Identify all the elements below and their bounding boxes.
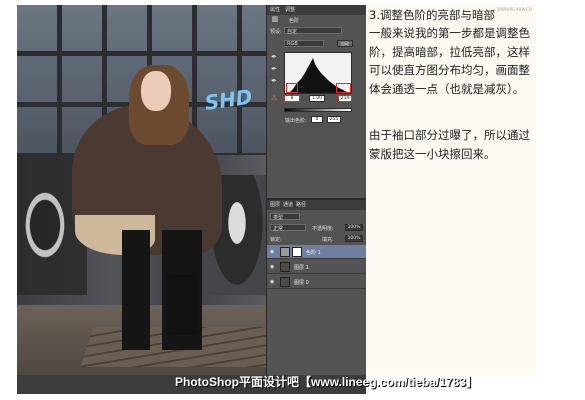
opacity-label: 不透明度: bbox=[312, 226, 334, 232]
lock-label: 锁定: bbox=[270, 237, 282, 243]
layer-row-levels[interactable]: ◉ 色阶 1 bbox=[267, 245, 367, 259]
output-gradient-bar bbox=[284, 108, 352, 112]
input-mid-field[interactable]: 1.00 bbox=[309, 95, 325, 102]
tab-layers[interactable]: 图层 bbox=[270, 201, 280, 208]
photo-canvas: SHD bbox=[17, 5, 266, 375]
visibility-eye-icon[interactable]: ◉ bbox=[270, 264, 276, 270]
layer-kind-filter[interactable]: 类型 bbox=[270, 213, 300, 221]
photoshop-panels: 属性 调整 色阶 ▥ 预设: 自定 RGB 自动 ✒ ✒ ✒ ⚠ 8 1.00 … bbox=[266, 5, 367, 375]
white-point-highlight bbox=[336, 83, 351, 93]
tab-adjustments[interactable]: 调整 bbox=[285, 6, 295, 13]
preset-label: 预设: bbox=[270, 29, 282, 35]
layer-row-0[interactable]: ◉ 图层 0 bbox=[267, 275, 367, 289]
layer-name: 色阶 1 bbox=[306, 250, 321, 256]
output-white-field[interactable]: 255 bbox=[327, 116, 341, 123]
levels-panel-title: 色阶 bbox=[289, 18, 300, 24]
layer-mask-thumb[interactable] bbox=[292, 247, 302, 257]
output-levels-label: 输出色阶: bbox=[285, 118, 307, 124]
layers-panel: 图层 通道 路径 类型 正常 不透明度: 100% 锁定: 填充: 100% ◉… bbox=[267, 198, 367, 375]
clip-warning-icon: ⚠ bbox=[270, 94, 278, 102]
eyedropper-gray-icon[interactable]: ✒ bbox=[270, 65, 278, 73]
layer-name: 图层 1 bbox=[294, 265, 309, 271]
visibility-eye-icon[interactable]: ◉ bbox=[270, 249, 276, 255]
layer-thumb bbox=[280, 277, 290, 287]
tab-channels[interactable]: 通道 bbox=[283, 201, 293, 208]
output-black-field[interactable]: 0 bbox=[311, 116, 323, 123]
tab-paths[interactable]: 路径 bbox=[296, 201, 306, 208]
properties-tab-bar: 属性 调整 bbox=[267, 5, 367, 15]
visibility-eye-icon[interactable]: ◉ bbox=[270, 279, 276, 285]
paragraph-levels: 一般来说我的第一步都是调整色阶，提高暗部，拉低亮部，这样可以使直方图分布均匀，画… bbox=[369, 26, 530, 96]
adjustment-thumb-icon bbox=[280, 247, 290, 257]
eyedropper-black-icon[interactable]: ✒ bbox=[270, 53, 278, 61]
blend-mode-select[interactable]: 正常 bbox=[270, 224, 306, 232]
eyedropper-white-icon[interactable]: ✒ bbox=[270, 77, 278, 85]
layer-thumb bbox=[280, 262, 290, 272]
preset-select[interactable]: 自定 bbox=[284, 27, 342, 35]
tab-properties[interactable]: 属性 bbox=[270, 6, 280, 13]
watermark-text: PhotoShop平面设计吧【www.lineeg.com/tieba/1783… bbox=[175, 375, 478, 389]
input-white-field[interactable]: 214 bbox=[338, 95, 352, 102]
levels-histogram bbox=[284, 52, 352, 94]
step-title: 3.调整色阶的亮部与暗部 bbox=[369, 8, 495, 22]
auto-button[interactable]: 自动 bbox=[337, 40, 353, 47]
black-point-highlight bbox=[286, 83, 298, 93]
article-text-column: WWW.PS-XXW.CN 3.调整色阶的亮部与暗部 一般来说我的第一步都是调整… bbox=[366, 5, 536, 375]
opacity-field[interactable]: 100% bbox=[345, 224, 363, 231]
layer-row-1[interactable]: ◉ 图层 1 bbox=[267, 260, 367, 274]
paragraph-mask: 由于袖口部分过曝了，所以通过蒙版把这一小块擦回来。 bbox=[369, 128, 530, 161]
layers-tab-bar: 图层 通道 路径 bbox=[267, 200, 367, 210]
fill-field[interactable]: 100% bbox=[345, 235, 363, 242]
model-face bbox=[141, 71, 171, 111]
input-black-field[interactable]: 8 bbox=[284, 95, 300, 102]
fill-label: 填充: bbox=[322, 237, 334, 243]
layer-name: 图层 0 bbox=[294, 280, 309, 286]
channel-select[interactable]: RGB bbox=[284, 40, 324, 47]
model-boot bbox=[167, 275, 197, 335]
levels-icon: ▥ bbox=[271, 15, 279, 23]
